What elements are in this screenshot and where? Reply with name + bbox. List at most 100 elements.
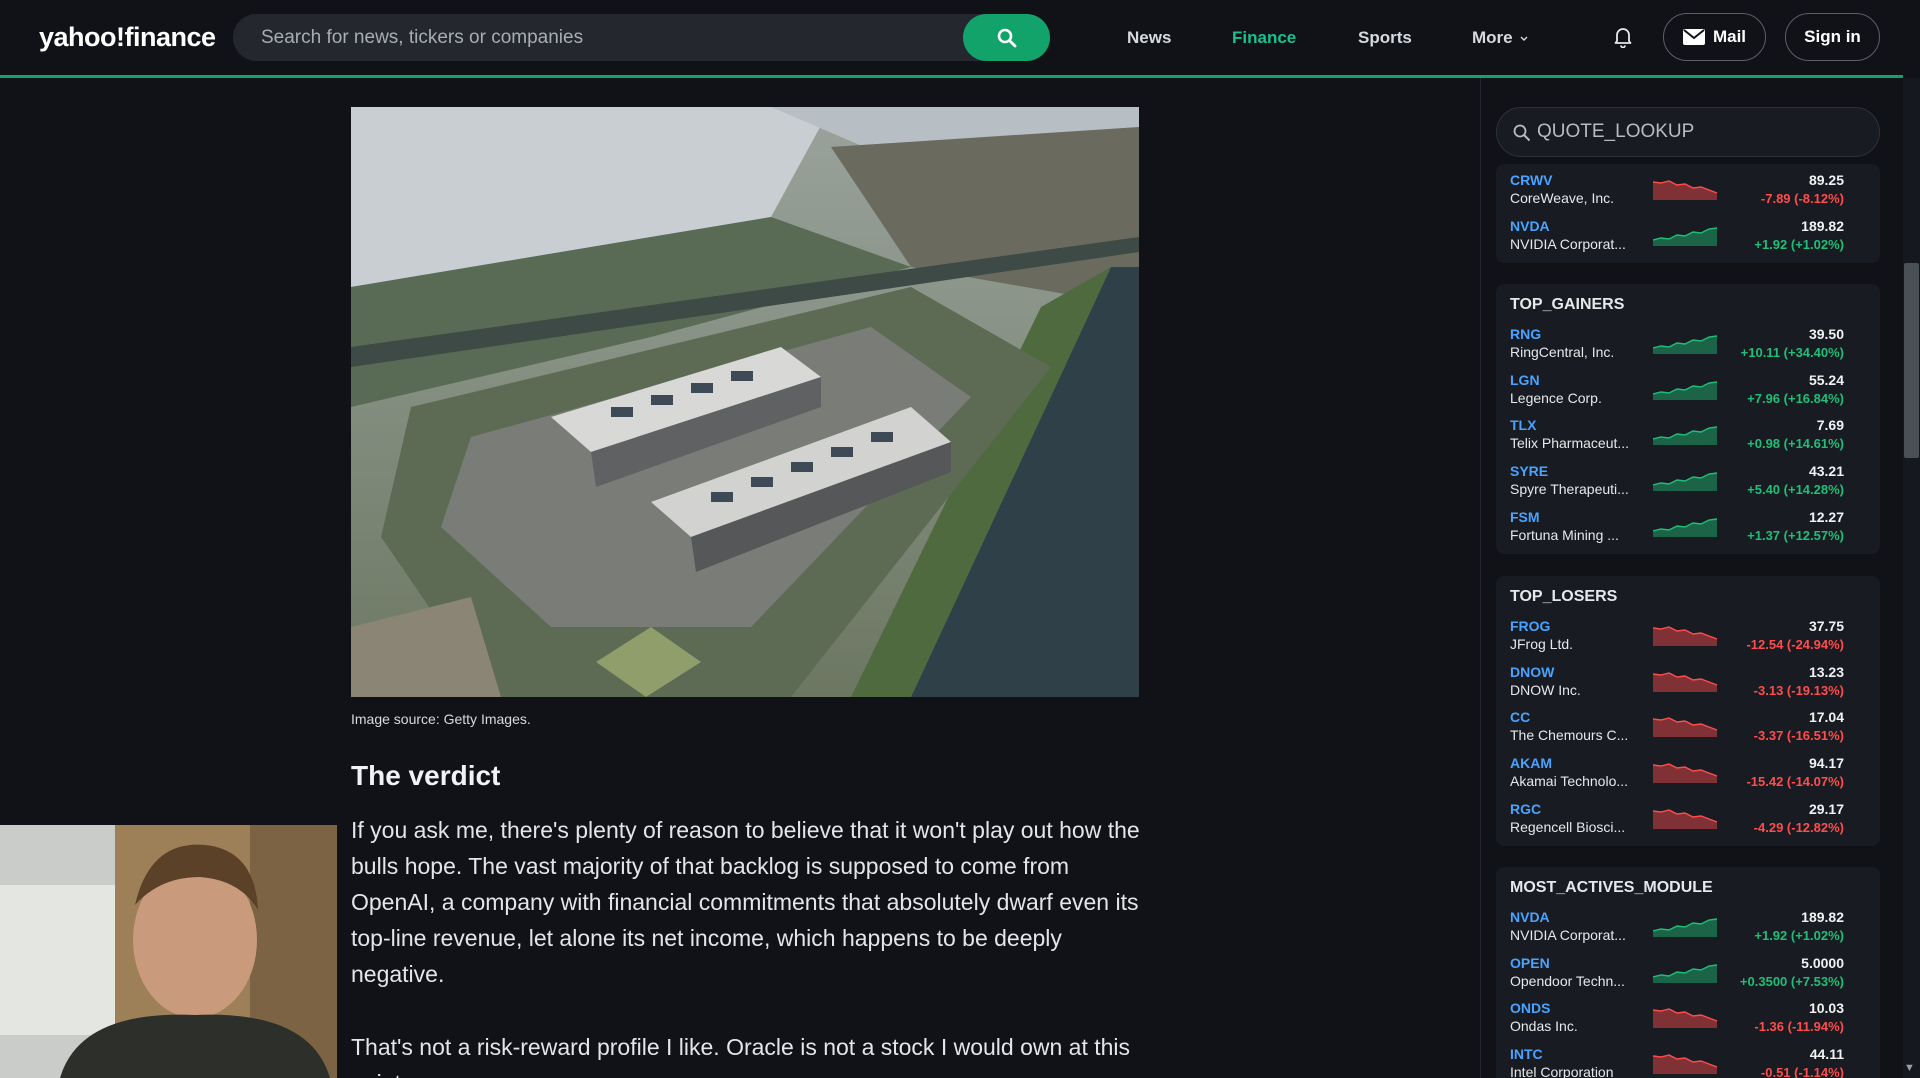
sign-in-button[interactable]: Sign in [1785,13,1880,61]
ticker-symbol[interactable]: NVDA [1510,909,1550,925]
ticker-price: 37.75 [1808,618,1844,634]
ticker-price: 17.04 [1808,709,1844,726]
ticker-price: 5.0000 [1801,954,1844,971]
sparkline-chart [1653,335,1718,354]
nav-more[interactable]: More [1472,28,1529,48]
company-name: RingCentral, Inc. [1510,344,1615,360]
ticker-row[interactable]: RGC Regencell Biosci... 29.17 -4.29 (-12.82… [1496,799,1880,844]
nav-finance[interactable]: Finance [1232,28,1296,48]
company-name: Regencell Biosci... [1510,818,1626,835]
ticker-price: 89.25 [1808,172,1844,188]
ticker-price: 39.50 [1808,326,1844,342]
bell-icon[interactable] [1613,26,1633,48]
ticker-row[interactable]: LGN Legence Corp. 55.24 +7.96 (+16.84%) [1496,370,1880,415]
ticker-row[interactable]: DNOW DNOW Inc. 13.23 -3.13 (-19.13%) [1496,662,1880,707]
sparkline-chart [1653,518,1718,537]
scrollbar-thumb[interactable] [1904,263,1919,458]
sparkline-chart [1653,671,1718,692]
ticker-price: 7.69 [1816,417,1844,434]
ticker-change: +0.3500 (+7.53%) [1739,973,1844,989]
sparkline-chart [1653,380,1718,400]
ticker-row[interactable]: CC The Chemours C... 17.04 -3.37 (-16.51%) [1496,707,1880,752]
company-name: Fortuna Mining ... [1510,526,1619,543]
ticker-row[interactable]: NVDA NVIDIA Corporat... 189.82 +1.92 (+1.02… [1496,216,1880,261]
sparkline-chart [1653,472,1718,492]
ticker-change: +1.92 (+1.02%) [1754,928,1844,943]
ticker-symbol[interactable]: FROG [1510,618,1550,634]
ticker-symbol[interactable]: AKAM [1510,755,1552,771]
nav-sports[interactable]: Sports [1358,28,1412,48]
company-name: NVIDIA Corporat... [1510,927,1626,943]
section-heading: The verdict [351,760,501,791]
ticker-price: 13.23 [1808,663,1844,680]
module-title: MOST_ACTIVES_MODULE [1510,879,1713,896]
search-input[interactable] [261,27,981,49]
ticker-symbol[interactable]: CC [1510,709,1530,725]
ticker-symbol[interactable]: TLX [1510,417,1536,433]
company-name: The Chemours C... [1510,727,1629,744]
sparkline-chart [1653,1054,1718,1075]
ticker-symbol[interactable]: CRWV [1510,172,1553,188]
company-name: DNOW Inc. [1510,681,1581,698]
trending-tickers-module: CRWV CoreWeave, Inc. 89.25 -7.89 (-8.12%) NV… [1496,164,1880,263]
ticker-row[interactable]: FROG JFrog Ltd. 37.75 -12.54 (-24.94%) [1496,616,1880,661]
company-name: Spyre Therapeuti... [1510,481,1629,498]
company-name: Legence Corp. [1510,389,1602,406]
yahoo-finance-logo[interactable]: yahoo!finance [39,22,216,53]
search-button[interactable] [963,14,1050,61]
ticker-change: -12.54 (-24.94%) [1746,637,1844,652]
ticker-price: 12.27 [1808,508,1844,525]
page-scrollbar[interactable] [1903,78,1920,1078]
scroll-down-icon[interactable]: ▼ [1904,1062,1915,1074]
ticker-row[interactable]: FSM Fortuna Mining ... 12.27 +1.37 (+12.57%… [1496,507,1880,552]
module-title: TOP_LOSERS [1510,588,1618,605]
sidebar-divider [1480,78,1481,1078]
ticker-change: +10.11 (+34.40%) [1740,345,1844,360]
company-name: JFrog Ltd. [1510,636,1574,652]
ticker-symbol[interactable]: OPEN [1510,955,1550,971]
video-player-overlay[interactable] [0,825,337,1078]
sparkline-chart [1653,180,1718,200]
ticker-change: +1.92 (+1.02%) [1754,236,1844,252]
mail-label: Mail [1712,27,1747,46]
ticker-symbol[interactable]: RNG [1510,326,1541,342]
ticker-price: 189.82 [1801,909,1844,925]
ticker-row[interactable]: AKAM Akamai Technolo... 94.17 -15.42 (-14.0… [1496,753,1880,798]
ticker-change: +0.98 (+14.61%) [1747,436,1844,452]
sparkline-chart [1653,809,1718,829]
sparkline-chart [1653,426,1718,446]
ticker-symbol[interactable]: SYRE [1510,463,1548,479]
ticker-symbol[interactable]: INTC [1510,1046,1543,1062]
ticker-change: -4.29 (-12.82%) [1753,819,1844,835]
ticker-symbol[interactable]: LGN [1510,372,1540,388]
ticker-row[interactable]: OPEN Opendoor Techn... 5.0000 +0.3500 (+7.5… [1496,953,1880,998]
company-name: Opendoor Techn... [1510,972,1625,989]
mail-button[interactable]: Mail [1663,13,1766,61]
ticker-symbol[interactable]: NVDA [1510,218,1550,234]
ticker-row[interactable]: RNG RingCentral, Inc. 39.50 +10.11 (+34.40%… [1496,324,1880,369]
ticker-row[interactable]: TLX Telix Pharmaceut... 7.69 +0.98 (+14.61%… [1496,415,1880,460]
ticker-row[interactable]: NVDA NVIDIA Corporat... 189.82 +1.92 (+1.02… [1496,907,1880,952]
ticker-row[interactable]: SYRE Spyre Therapeuti... 43.21 +5.40 (+14.2… [1496,461,1880,506]
nav-news[interactable]: News [1127,28,1171,48]
quote-lookup-box [1496,107,1880,157]
ticker-symbol[interactable]: ONDS [1510,1000,1550,1016]
ticker-change: -15.42 (-14.07%) [1746,774,1844,790]
ticker-row[interactable]: ONDS Ondas Inc. 10.03 -1.36 (-11.94%) [1496,998,1880,1043]
ticker-symbol[interactable]: FSM [1510,509,1540,525]
ticker-change: -7.89 (-8.12%) [1760,191,1844,206]
ticker-price: 29.17 [1808,800,1844,817]
quote-lookup-input[interactable] [1537,121,1857,143]
ticker-symbol[interactable]: RGC [1510,801,1541,817]
ticker-row[interactable]: INTC Intel Corporation 44.11 -0.51 (-1.14%) [1496,1044,1880,1078]
ticker-row[interactable]: CRWV CoreWeave, Inc. 89.25 -7.89 (-8.12%) [1496,170,1880,215]
ticker-symbol[interactable]: DNOW [1510,664,1554,680]
ticker-change: +5.40 (+14.28%) [1747,482,1844,498]
module-title: TOP_GAINERS [1510,296,1625,313]
ticker-price: 94.17 [1808,755,1844,772]
image-caption: Image source: Getty Images. [351,711,531,727]
ticker-price: 43.21 [1808,463,1844,480]
ticker-change: -1.36 (-11.94%) [1754,1019,1844,1035]
quote-search-icon [1513,124,1531,142]
presenter-video-frame [0,825,337,1078]
